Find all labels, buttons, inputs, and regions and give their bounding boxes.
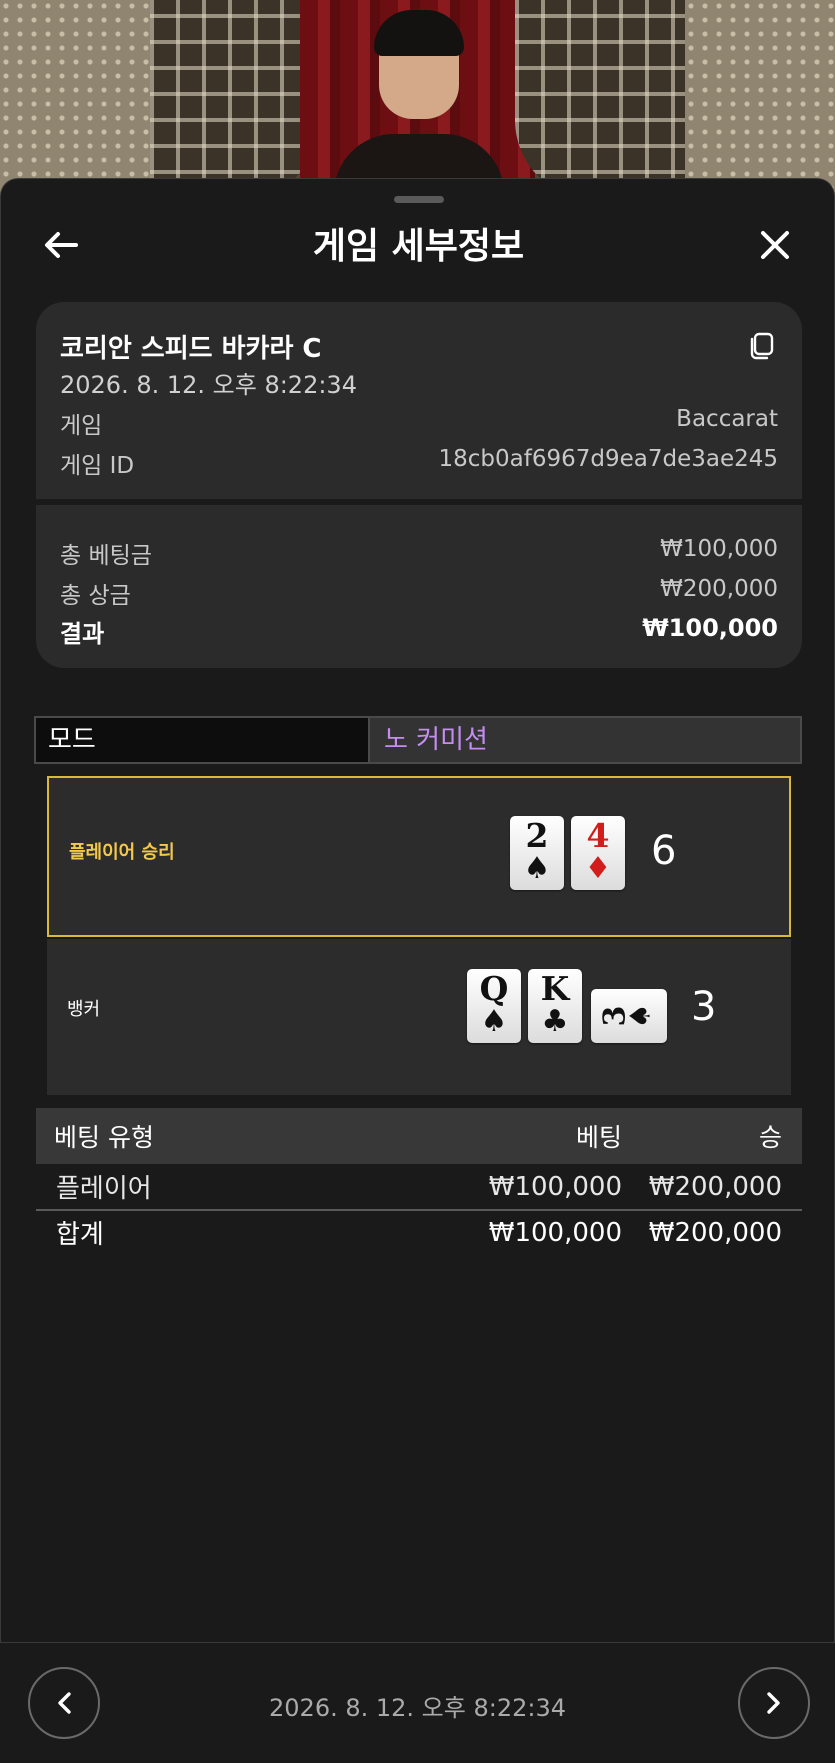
mode-value: 노 커미션 (370, 718, 800, 762)
close-button[interactable] (753, 223, 797, 267)
close-icon (761, 231, 789, 259)
column-bet: 베팅 (575, 1123, 622, 1152)
total-label: 합계 (56, 1220, 104, 1250)
row-bet-type: 플레이어 (56, 1174, 152, 1204)
total-win-value: ₩200,000 (660, 576, 778, 602)
player-result-label: 플레이어 승리 (69, 842, 175, 863)
next-game-button[interactable] (738, 1667, 810, 1739)
footer-navigation: 2026. 8. 12. 오후 8:22:34 (0, 1642, 835, 1763)
result-label: 결과 (60, 620, 105, 648)
card-rank: 2 (525, 816, 549, 855)
table-name: 코리안 스피드 바카라 C (60, 334, 322, 364)
drag-handle[interactable] (394, 196, 444, 203)
banker-card-2: K ♣ (528, 969, 582, 1043)
player-result-box: 플레이어 승리 2 ♠ 4 ♦ 6 (47, 776, 791, 937)
banker-result-label: 뱅커 (67, 999, 101, 1020)
banker-card-1: Q ♠ (467, 969, 521, 1043)
chevron-right-icon (767, 1692, 780, 1714)
dealer-figure (334, 10, 504, 200)
copy-icon (750, 332, 774, 360)
bet-table-header: 베팅 유형 베팅 승 (36, 1108, 802, 1164)
card-suit: ♣ (541, 1004, 569, 1039)
background-lattice-left (150, 0, 320, 200)
card-suit: ♦ (584, 851, 612, 886)
game-details-sheet: 게임 세부정보 코리안 스피드 바카라 C 2026. 8. 12. 오후 8:… (0, 178, 835, 1763)
row-bet-amount: ₩100,000 (488, 1171, 622, 1202)
copy-button[interactable] (748, 332, 778, 362)
player-score: 6 (651, 828, 677, 874)
card-divider (36, 499, 802, 505)
total-bet-label: 총 베팅금 (60, 543, 152, 569)
background-wall-left (0, 0, 150, 200)
game-datetime: 2026. 8. 12. 오후 8:22:34 (60, 371, 357, 399)
total-bet-amount: ₩100,000 (488, 1217, 622, 1248)
game-info-card: 코리안 스피드 바카라 C 2026. 8. 12. 오후 8:22:34 게임… (36, 302, 802, 668)
column-bet-type: 베팅 유형 (54, 1123, 154, 1152)
game-type-label: 게임 (60, 413, 103, 439)
card-suit: ♠ (623, 1003, 657, 1029)
page-title: 게임 세부정보 (312, 226, 525, 267)
total-bet-value: ₩100,000 (660, 536, 778, 562)
game-type-value: Baccarat (676, 406, 778, 432)
game-id-row: 게임 ID 18cb0af6967d9ea7de3ae245 (60, 446, 778, 480)
result-row: 결과 ₩100,000 (60, 614, 778, 649)
mode-bar: 모드 노 커미션 (34, 716, 802, 764)
banker-result-box: 뱅커 Q ♠ K ♣ 3 ♠ 3 (47, 939, 791, 1095)
card-rank: K (540, 969, 570, 1008)
row-win-amount: ₩200,000 (648, 1171, 782, 1202)
player-card-2: 4 ♦ (571, 816, 625, 890)
background-wall-right (685, 0, 835, 200)
footer-datetime: 2026. 8. 12. 오후 8:22:34 (269, 1694, 566, 1722)
result-value: ₩100,000 (642, 614, 778, 642)
player-card-1: 2 ♠ (510, 816, 564, 890)
card-rank: 4 (586, 816, 610, 855)
live-video-background (0, 0, 835, 200)
game-type-row: 게임 Baccarat (60, 406, 778, 440)
banker-score: 3 (691, 984, 717, 1030)
banker-card-3-sideways: 3 ♠ (591, 989, 667, 1043)
column-win: 승 (758, 1123, 782, 1152)
game-id-value: 18cb0af6967d9ea7de3ae245 (438, 446, 778, 472)
total-bet-row: 총 베팅금 ₩100,000 (60, 536, 778, 570)
card-suit: ♠ (523, 851, 551, 886)
dealer-hair (374, 10, 464, 56)
total-win-row: 총 상금 ₩200,000 (60, 576, 778, 610)
bet-table: 베팅 유형 베팅 승 플레이어 ₩100,000 ₩200,000 합계 ₩10… (36, 1108, 802, 1254)
table-row: 플레이어 ₩100,000 ₩200,000 (36, 1164, 802, 1209)
table-total-row: 합계 ₩100,000 ₩200,000 (36, 1209, 802, 1254)
background-lattice-right (515, 0, 685, 200)
card-rank: Q (479, 969, 509, 1008)
game-id-label: 게임 ID (60, 453, 135, 479)
card-suit: ♠ (480, 1004, 508, 1039)
total-win-amount: ₩200,000 (648, 1217, 782, 1248)
total-win-label: 총 상금 (60, 583, 131, 609)
mode-label: 모드 (36, 718, 370, 762)
